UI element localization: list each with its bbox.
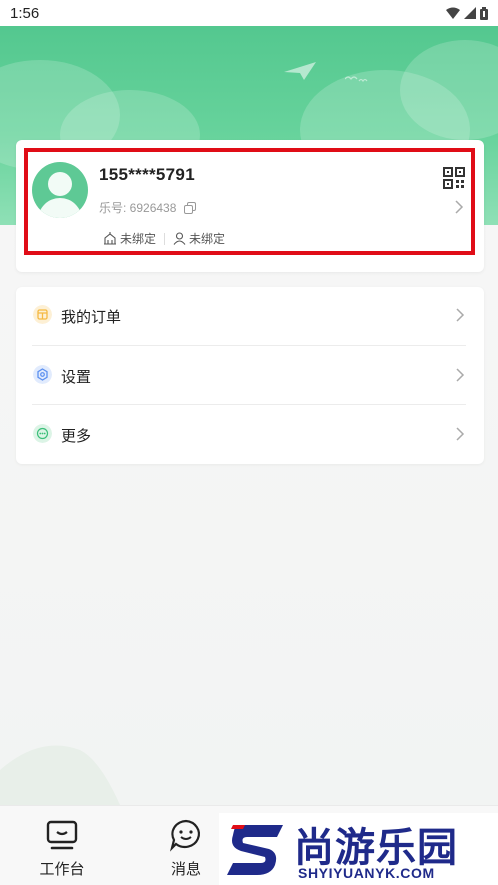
chevron-right-icon [456, 427, 465, 441]
nav-tab-messages[interactable]: 消息 [146, 806, 226, 885]
chevron-right-icon [456, 368, 465, 382]
watermark-url: SHYIYUANYK.COM [298, 865, 435, 881]
menu-label-orders: 我的订单 [61, 309, 122, 326]
signal-icon [464, 7, 476, 19]
watermark-s-icon [227, 825, 283, 875]
status-bar: 1:56 [0, 0, 498, 26]
more-icon [33, 424, 52, 443]
battery-icon [480, 6, 488, 20]
paper-plane-icon [284, 62, 316, 80]
birds-icon [345, 76, 368, 83]
highlight-box [24, 148, 475, 255]
chevron-right-icon [456, 308, 465, 322]
order-icon [33, 305, 52, 324]
status-time: 1:56 [10, 4, 40, 22]
message-icon [169, 819, 200, 852]
watermark-logo: 尚游乐园 SHYIYUANYK.COM [219, 813, 498, 885]
nav-tab-workbench[interactable]: 工作台 [22, 806, 102, 885]
workbench-icon [46, 820, 78, 850]
wifi-icon [446, 7, 460, 19]
decorative-hill [0, 745, 120, 805]
nav-label-workbench: 工作台 [39, 861, 85, 878]
menu-label-more: 更多 [61, 428, 92, 445]
settings-icon [33, 365, 52, 384]
nav-label-messages: 消息 [170, 861, 201, 878]
menu-label-settings: 设置 [61, 369, 92, 386]
